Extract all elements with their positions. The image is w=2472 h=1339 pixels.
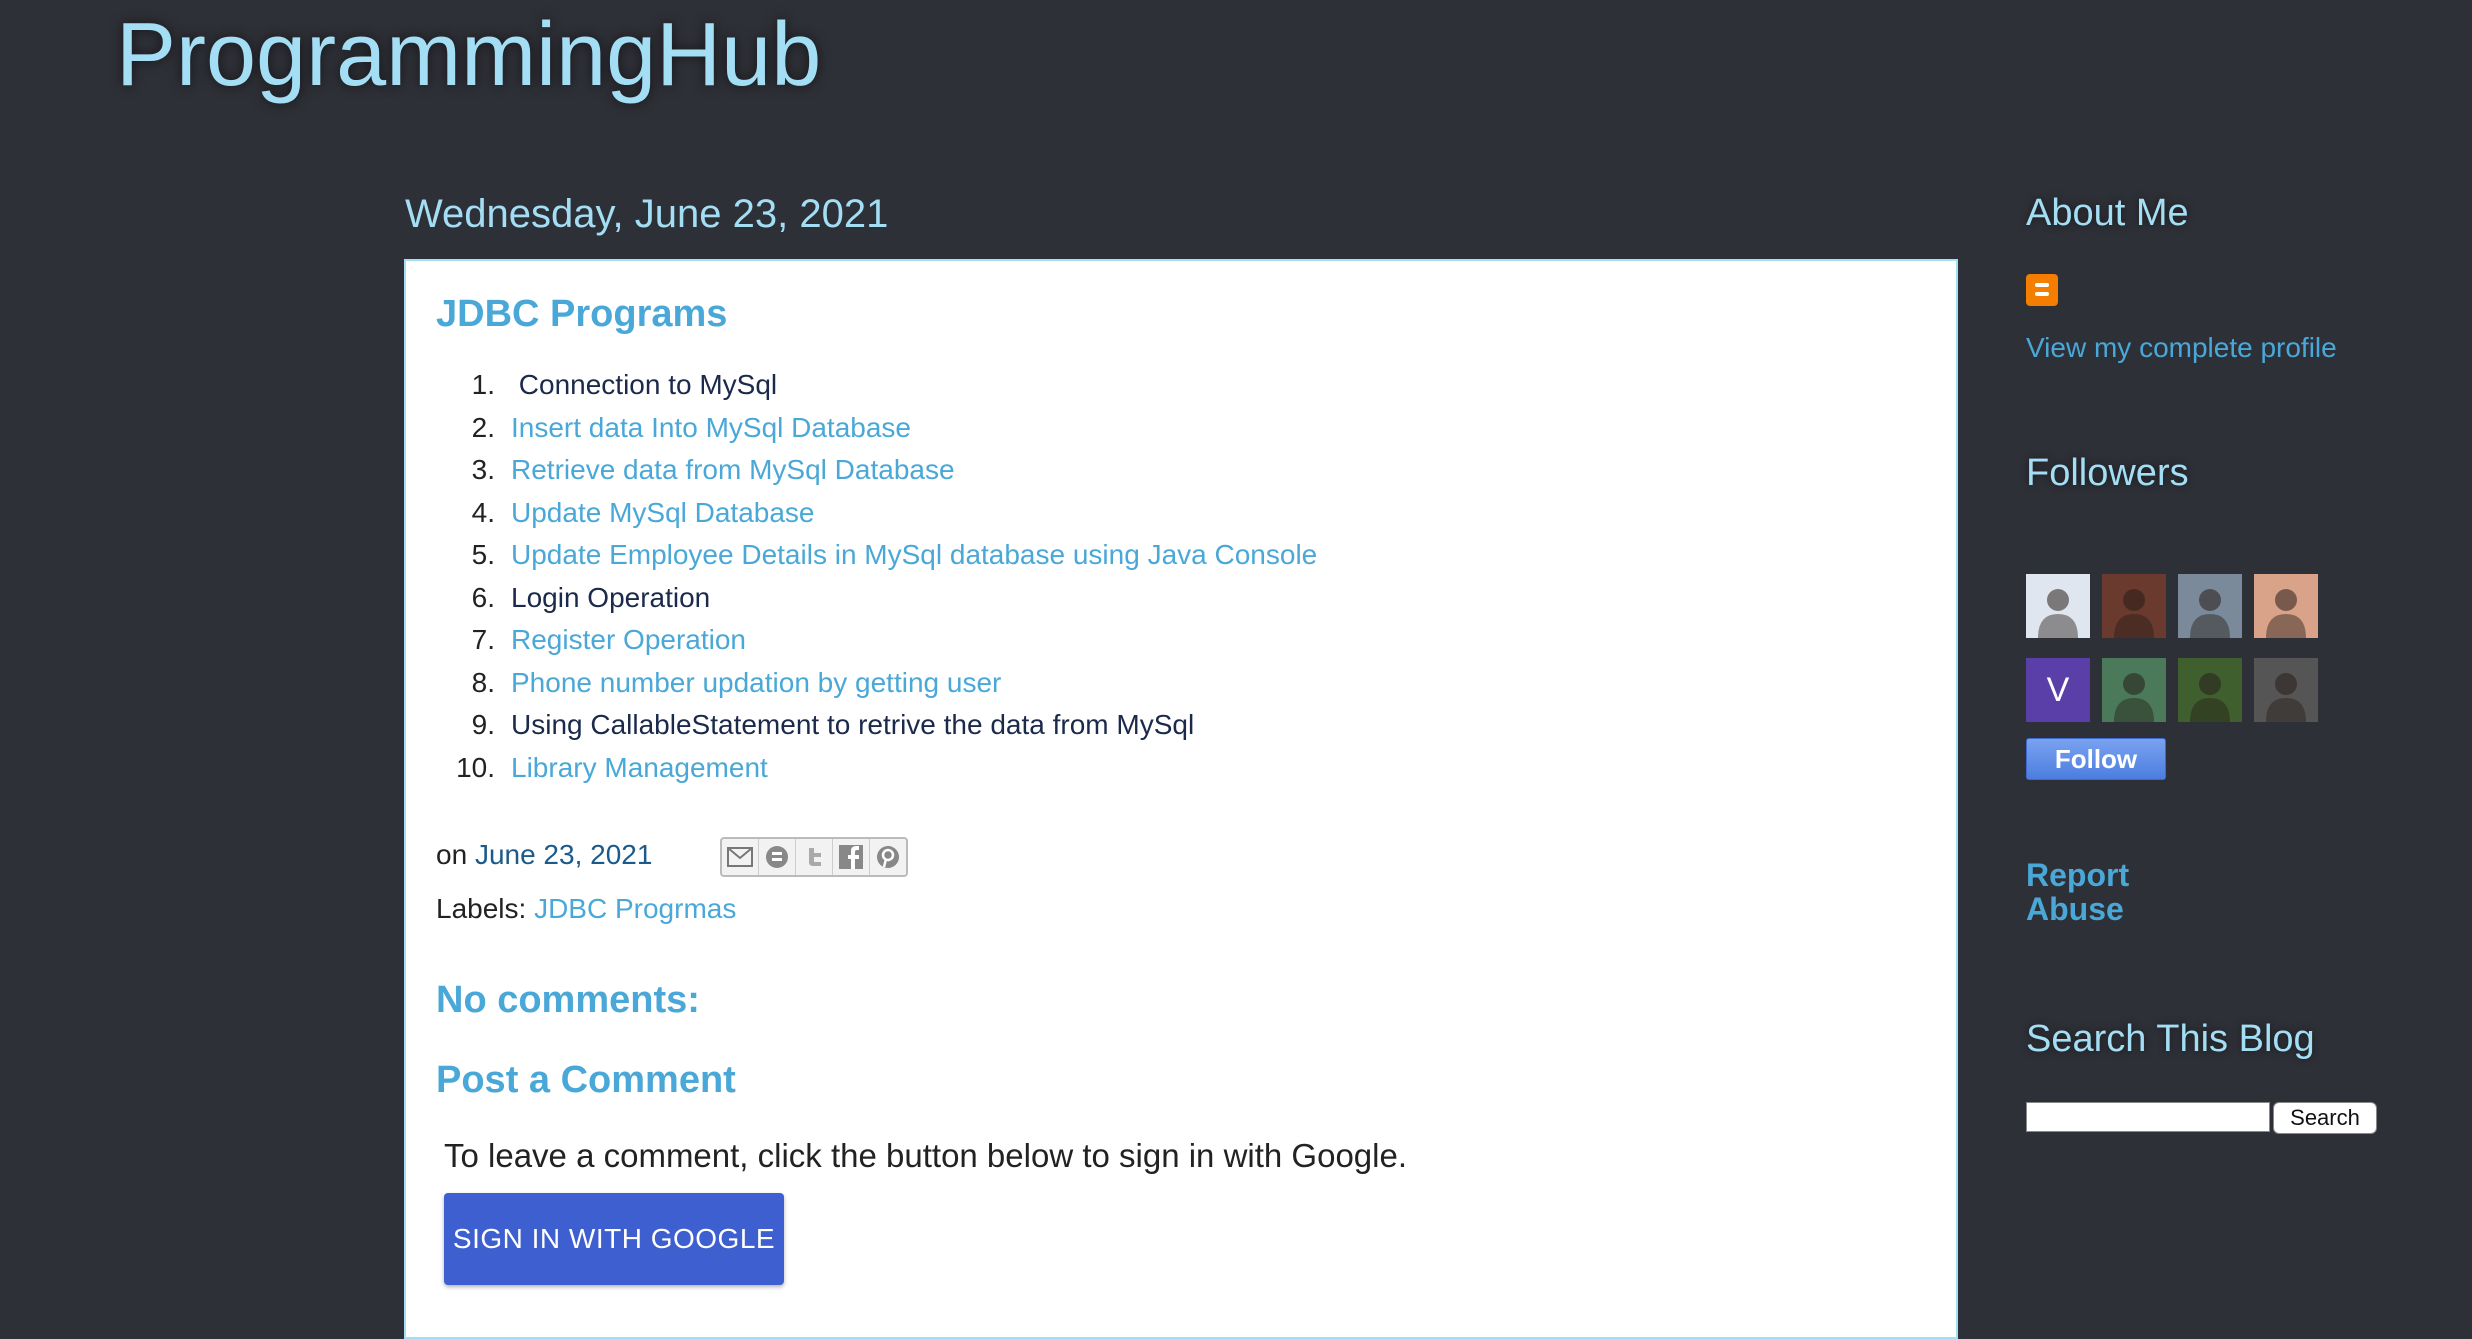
comment-hint: To leave a comment, click the button bel…: [444, 1137, 1408, 1174]
search-input[interactable]: [2026, 1102, 2270, 1132]
follower-avatar[interactable]: [2254, 574, 2318, 638]
avatar-silhouette-icon: [2114, 589, 2154, 638]
follower-avatar[interactable]: [2178, 658, 2242, 722]
post-list-link[interactable]: Insert data Into MySql Database: [511, 412, 911, 444]
avatar-silhouette-icon: [2114, 673, 2154, 722]
post-list-text: Connection to MySql: [511, 369, 778, 401]
followers-heading: Followers: [2026, 452, 2189, 494]
post-title: JDBC Programs: [436, 293, 728, 335]
twitter-icon[interactable]: [796, 839, 833, 875]
list-number: 1.: [471, 369, 495, 401]
post-list-item: 8. Phone number updation by getting user: [436, 662, 1317, 705]
list-number: 8.: [471, 666, 495, 698]
post-container: JDBC Programs 1. Connection to MySql 2. In…: [404, 259, 1958, 1339]
post-list-item: 7. Register Operation: [436, 619, 1317, 662]
label-link[interactable]: JDBC Progrmas: [534, 893, 736, 924]
list-number: 4.: [471, 496, 495, 528]
follower-avatar[interactable]: [2178, 574, 2242, 638]
blogger-icon[interactable]: [759, 839, 796, 875]
avatar-silhouette-icon: [2190, 673, 2230, 722]
view-profile-link[interactable]: View my complete profile: [2026, 332, 2337, 364]
follow-button[interactable]: Follow: [2026, 738, 2166, 780]
follower-avatar[interactable]: [2026, 574, 2090, 638]
blogger-profile-icon[interactable]: [2026, 274, 2058, 306]
post-list-link[interactable]: Update MySql Database: [511, 497, 815, 529]
list-number: 3.: [471, 454, 495, 486]
post-list-link[interactable]: Library Management: [511, 752, 768, 784]
avatar-silhouette-icon: [2266, 589, 2306, 638]
sign-in-with-google-button[interactable]: SIGN IN WITH GOOGLE: [444, 1193, 784, 1285]
followers-grid: V: [2026, 574, 2326, 722]
report-abuse-link[interactable]: Report Abuse: [2026, 858, 2186, 926]
search-heading: Search This Blog: [2026, 1018, 2315, 1060]
list-number: 10.: [456, 751, 495, 783]
post-list-item: 4. Update MySql Database: [436, 492, 1317, 535]
post-labels: Labels: JDBC Progrmas: [436, 893, 736, 925]
post-list-link[interactable]: Retrieve data from MySql Database: [511, 454, 955, 486]
share-buttons: [720, 837, 908, 877]
post-list-item: 2. Insert data Into MySql Database: [436, 407, 1317, 450]
post-list-text: Using CallableStatement to retrive the d…: [511, 709, 1195, 741]
post-footer-date: on June 23, 2021: [436, 839, 652, 871]
post-list-link[interactable]: Register Operation: [511, 624, 746, 656]
list-number: 2.: [471, 411, 495, 443]
avatar-silhouette-icon: [2190, 589, 2230, 638]
post-list-item: 5. Update Employee Details in MySql datab…: [436, 534, 1318, 577]
post-list-text: Login Operation: [511, 581, 711, 613]
post-timestamp-link[interactable]: June 23, 2021: [475, 839, 653, 870]
post-comment-heading: Post a Comment: [436, 1059, 736, 1101]
list-number: 9.: [471, 709, 495, 741]
facebook-icon[interactable]: [833, 839, 870, 875]
post-list-item: 10. Library Management: [436, 747, 1317, 790]
no-comments-heading: No comments:: [436, 979, 700, 1021]
follower-avatar[interactable]: [2102, 658, 2166, 722]
on-prefix: on: [436, 839, 468, 870]
post-list-item: 3. Retrieve data from MySql Database: [436, 449, 1317, 492]
post-list-link[interactable]: Update Employee Details in MySql databas…: [511, 539, 1317, 571]
date-header: Wednesday, June 23, 2021: [405, 192, 889, 236]
labels-prefix: Labels:: [436, 893, 527, 924]
email-icon[interactable]: [722, 839, 759, 875]
list-number: 7.: [471, 624, 495, 656]
follower-avatar[interactable]: [2254, 658, 2318, 722]
avatar-silhouette-icon: [2038, 589, 2078, 638]
avatar-silhouette-icon: [2266, 673, 2306, 722]
follower-initial: V: [2046, 670, 2070, 709]
post-list-item: 1. Connection to MySql: [436, 364, 1317, 407]
about-me-heading: About Me: [2026, 192, 2189, 234]
post-list-item: 9. Using CallableStatement to retrive the…: [436, 704, 1317, 747]
follower-avatar[interactable]: V: [2026, 658, 2090, 722]
search-button[interactable]: Search: [2273, 1102, 2377, 1134]
post-list-item: 6. Login Operation: [436, 577, 1317, 620]
follower-avatar[interactable]: [2102, 574, 2166, 638]
blog-title[interactable]: ProgrammingHub: [116, 4, 821, 107]
list-number: 6.: [471, 581, 495, 613]
list-number: 5.: [471, 539, 495, 571]
post-list: 1. Connection to MySql 2. Insert data Into…: [436, 364, 1317, 789]
pinterest-icon[interactable]: [870, 839, 906, 875]
post-list-link[interactable]: Phone number updation by getting user: [511, 667, 1001, 699]
